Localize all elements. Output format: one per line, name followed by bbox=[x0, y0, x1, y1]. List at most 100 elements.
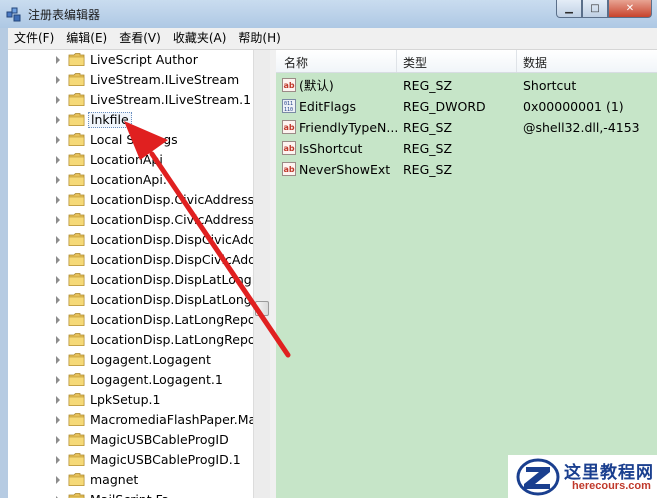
expand-arrow-icon[interactable] bbox=[56, 136, 60, 144]
tree-item-label: LiveScript Author bbox=[90, 52, 198, 67]
tree-item[interactable]: LocationDisp.LatLongReport bbox=[8, 330, 253, 350]
value-row[interactable]: 011 110 EditFlags REG_DWORD 0x00000001 (1) bbox=[276, 96, 657, 117]
svg-text:ab: ab bbox=[284, 81, 295, 90]
expand-arrow-icon[interactable] bbox=[56, 456, 60, 464]
folder-icon bbox=[68, 453, 85, 466]
expand-arrow-icon[interactable] bbox=[56, 276, 60, 284]
folder-icon bbox=[68, 493, 85, 498]
value-name: (默认) bbox=[299, 78, 334, 93]
expand-arrow-icon[interactable] bbox=[56, 96, 60, 104]
value-type: REG_DWORD bbox=[403, 99, 486, 114]
expand-arrow-icon[interactable] bbox=[56, 436, 60, 444]
folder-icon bbox=[68, 93, 85, 106]
expand-arrow-icon[interactable] bbox=[56, 156, 60, 164]
tree-item[interactable]: MailScript.Fa... bbox=[8, 490, 253, 498]
tree-item[interactable]: Logagent.Logagent bbox=[8, 350, 253, 370]
expand-arrow-icon[interactable] bbox=[56, 196, 60, 204]
tree-item[interactable]: MacromediaFlashPaper.Mac bbox=[8, 410, 253, 430]
column-name[interactable]: 名称 bbox=[284, 54, 308, 71]
folder-icon bbox=[68, 193, 85, 206]
tree-item[interactable]: LocationDisp.LatLongReport bbox=[8, 310, 253, 330]
watermark-logo: 这里教程网 herecours.com bbox=[508, 455, 657, 498]
tree-item[interactable]: MagicUSBCableProgID.1 bbox=[8, 450, 253, 470]
column-type[interactable]: 类型 bbox=[403, 54, 427, 71]
string-value-icon: ab bbox=[282, 78, 296, 92]
menu-view[interactable]: 查看(V) bbox=[113, 28, 167, 49]
value-row[interactable]: ab NeverShowExt REG_SZ bbox=[276, 159, 657, 180]
tree-item[interactable]: LocationDisp.DispLatLongRe bbox=[8, 290, 253, 310]
string-value-icon: ab bbox=[282, 120, 296, 134]
tree-item[interactable]: LiveStream.ILiveStream bbox=[8, 70, 253, 90]
expand-arrow-icon[interactable] bbox=[56, 296, 60, 304]
tree-item[interactable]: LiveScript Author bbox=[8, 50, 253, 70]
tree-item[interactable]: LocationDisp.CivicAddressRe bbox=[8, 190, 253, 210]
tree-item-label: LocationDisp.DispCivicAddre bbox=[90, 252, 253, 267]
expand-arrow-icon[interactable] bbox=[56, 236, 60, 244]
tree-item-label: LocationDisp.DispLatLongRe bbox=[90, 272, 253, 287]
menu-favorites[interactable]: 收藏夹(A) bbox=[167, 28, 233, 49]
value-row[interactable]: ab (默认) REG_SZ Shortcut bbox=[276, 75, 657, 96]
folder-icon bbox=[68, 433, 85, 446]
registry-tree[interactable]: LiveScript Author LiveStream.ILiveStream L… bbox=[8, 50, 253, 498]
expand-arrow-icon[interactable] bbox=[56, 56, 60, 64]
folder-icon bbox=[68, 73, 85, 86]
folder-icon bbox=[68, 133, 85, 146]
expand-arrow-icon[interactable] bbox=[56, 376, 60, 384]
maximize-button[interactable]: □ bbox=[582, 0, 608, 18]
folder-icon bbox=[68, 173, 85, 186]
tree-item[interactable]: LpkSetup.1 bbox=[8, 390, 253, 410]
tree-item[interactable]: lnkfile bbox=[8, 110, 253, 130]
expand-arrow-icon[interactable] bbox=[56, 316, 60, 324]
menu-help[interactable]: 帮助(H) bbox=[232, 28, 286, 49]
tree-item-label: Logagent.Logagent bbox=[90, 352, 211, 367]
expand-arrow-icon[interactable] bbox=[56, 176, 60, 184]
column-data[interactable]: 数据 bbox=[523, 54, 547, 71]
minimize-button[interactable]: ▁ bbox=[556, 0, 582, 18]
tree-item[interactable]: LocationDisp.DispCivicAddre bbox=[8, 250, 253, 270]
tree-item[interactable]: magnet bbox=[8, 470, 253, 490]
folder-icon bbox=[68, 233, 85, 246]
tree-item-label: lnkfile bbox=[88, 112, 132, 128]
tree-item[interactable]: Logagent.Logagent.1 bbox=[8, 370, 253, 390]
expand-arrow-icon[interactable] bbox=[56, 116, 60, 124]
expand-arrow-icon[interactable] bbox=[56, 216, 60, 224]
folder-icon bbox=[68, 153, 85, 166]
expand-arrow-icon[interactable] bbox=[56, 476, 60, 484]
expand-arrow-icon[interactable] bbox=[56, 416, 60, 424]
tree-item[interactable]: LiveStream.ILiveStream.1 bbox=[8, 90, 253, 110]
tree-item[interactable]: LocationDisp.CivicAddressRe bbox=[8, 210, 253, 230]
tree-item[interactable]: LocationApi bbox=[8, 150, 253, 170]
value-row[interactable]: ab IsShortcut REG_SZ bbox=[276, 138, 657, 159]
tree-scrollbar[interactable] bbox=[253, 50, 270, 498]
menu-file[interactable]: 文件(F) bbox=[8, 28, 60, 49]
tree-item[interactable]: LocationDisp.DispCivicAddre bbox=[8, 230, 253, 250]
menu-edit[interactable]: 编辑(E) bbox=[60, 28, 113, 49]
value-type: REG_SZ bbox=[403, 141, 453, 156]
svg-text:ab: ab bbox=[284, 123, 295, 132]
close-button[interactable]: ✕ bbox=[608, 0, 652, 18]
tree-item-label: LocationDisp.LatLongReport bbox=[90, 332, 253, 347]
expand-arrow-icon[interactable] bbox=[56, 356, 60, 364]
tree-item-label: LocationApi bbox=[90, 152, 163, 167]
window-frame bbox=[0, 28, 8, 498]
tree-item-label: Logagent.Logagent.1 bbox=[90, 372, 223, 387]
value-row[interactable]: ab FriendlyTypeN... REG_SZ @shell32.dll,-41… bbox=[276, 117, 657, 138]
window-controls: ▁ □ ✕ bbox=[556, 0, 652, 19]
tree-item[interactable]: MagicUSBCableProgID bbox=[8, 430, 253, 450]
expand-arrow-icon[interactable] bbox=[56, 336, 60, 344]
tree-item-label: LocationDisp.DispCivicAddre bbox=[90, 232, 253, 247]
tree-item-label: LiveStream.ILiveStream bbox=[90, 72, 240, 87]
expand-arrow-icon[interactable] bbox=[56, 256, 60, 264]
tree-item[interactable]: Local Settings bbox=[8, 130, 253, 150]
string-value-icon: ab bbox=[282, 162, 296, 176]
expand-arrow-icon[interactable] bbox=[56, 76, 60, 84]
tree-item-label: LocationDisp.DispLatLongRe bbox=[90, 292, 253, 307]
watermark-z-icon bbox=[516, 458, 560, 496]
tree-item-label: LpkSetup.1 bbox=[90, 392, 161, 407]
scrollbar-thumb[interactable] bbox=[255, 301, 269, 316]
tree-item-label: MagicUSBCableProgID bbox=[90, 432, 229, 447]
tree-item[interactable]: LocationDisp.DispLatLongRe bbox=[8, 270, 253, 290]
values-pane: 名称 类型 数据 ab (默认) REG_SZ Shortcut 011 110 EditF… bbox=[276, 50, 657, 498]
expand-arrow-icon[interactable] bbox=[56, 396, 60, 404]
tree-item[interactable]: LocationApi. bbox=[8, 170, 253, 190]
